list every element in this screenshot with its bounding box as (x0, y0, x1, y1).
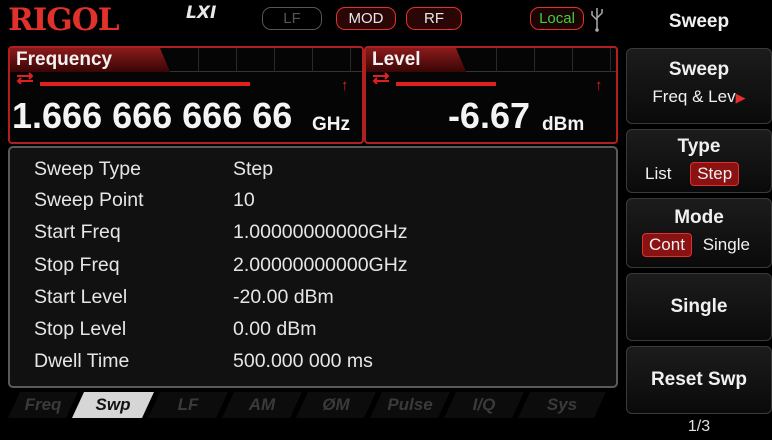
frequency-panel[interactable]: Frequency ↑ 1.666 666 666 66 GHz (8, 46, 364, 144)
usb-icon (591, 8, 603, 32)
sweep-loop-icon (372, 72, 390, 84)
sweep-softkey-value: Freq & Lev (652, 87, 736, 106)
param-value: 10 (233, 189, 255, 211)
frequency-sweep-marker-icon: ↑ (341, 77, 349, 94)
param-value: 1.00000000000GHz (233, 221, 408, 243)
param-label: Stop Level (34, 318, 127, 340)
param-label: Start Freq (34, 221, 121, 243)
sweep-softkey-title: Sweep (668, 59, 730, 80)
sweep-softkey-value-wrap: Freq & Lev▶ (627, 87, 771, 107)
param-value: 0.00 dBm (233, 318, 317, 340)
menu-page-indicator: 1/3 (687, 418, 711, 435)
mode-option-cont[interactable]: Cont (642, 233, 692, 257)
rigol-logo: RIGOL (8, 2, 120, 38)
reset-sweep-softkey-label: Reset Swp (650, 369, 748, 390)
level-unit: dBm (542, 114, 585, 135)
type-option-list[interactable]: List (639, 163, 677, 185)
submenu-arrow-icon: ▶ (735, 90, 746, 105)
param-label: Stop Freq (34, 254, 120, 276)
param-value: 500.000 000 ms (233, 350, 373, 372)
softkey-menu-title: Sweep (626, 2, 772, 42)
tab-pulse[interactable]: Pulse (370, 392, 450, 418)
level-header-grid (466, 48, 616, 72)
level-panel[interactable]: Level ↑ -6.67 dBm (364, 46, 618, 144)
mode-softkey-title: Mode (674, 207, 724, 228)
mod-indicator: MOD (336, 7, 396, 30)
sweep-softkey[interactable]: Sweep Freq & Lev▶ (626, 48, 772, 124)
rf-indicator: RF (406, 7, 462, 30)
lxi-logo: LXI (186, 3, 217, 23)
frequency-value: 1.666 666 666 66 (12, 95, 293, 136)
param-label: Sweep Type (34, 158, 141, 180)
menu-tabs: Freq Swp LF AM ØM Pulse I/Q Sys (8, 392, 618, 418)
type-softkey-title: Type (677, 136, 721, 157)
param-label: Sweep Point (34, 189, 144, 211)
param-value: Step (233, 158, 274, 180)
tab-lf[interactable]: LF (148, 392, 228, 418)
mode-options: Cont Single (627, 233, 771, 257)
reset-sweep-softkey[interactable]: Reset Swp (626, 346, 772, 414)
type-softkey[interactable]: Type List Step (626, 129, 772, 193)
param-value: -20.00 dBm (233, 286, 334, 308)
frequency-label: Frequency (10, 48, 170, 72)
menu-title: Sweep (668, 11, 730, 32)
param-value: 2.00000000000GHz (233, 254, 408, 276)
mode-option-single[interactable]: Single (697, 234, 756, 256)
tab-am[interactable]: AM (222, 392, 302, 418)
type-option-step[interactable]: Step (690, 162, 740, 186)
sweep-loop-icon (16, 72, 34, 84)
level-label: Level (366, 48, 466, 72)
local-indicator: Local (530, 7, 584, 30)
type-options: List Step (627, 162, 771, 186)
mode-softkey[interactable]: Mode Cont Single (626, 198, 772, 268)
tab-swp[interactable]: Swp (72, 392, 154, 418)
lf-indicator: LF (262, 7, 322, 30)
sweep-parameter-list: Sweep Type Step Sweep Point 10 Start Fre… (8, 146, 618, 388)
level-sweep-bar (396, 82, 496, 86)
frequency-sweep-bar (40, 82, 250, 86)
tab-iq[interactable]: I/Q (444, 392, 524, 418)
tab-sys[interactable]: Sys (518, 392, 606, 418)
param-label: Start Level (34, 286, 128, 308)
level-sweep-marker-icon: ↑ (595, 77, 603, 94)
single-softkey-label: Single (670, 296, 728, 317)
level-value: -6.67 (447, 95, 530, 136)
param-label: Dwell Time (34, 350, 130, 372)
tab-freq[interactable]: Freq (8, 392, 78, 418)
frequency-header-grid (170, 48, 362, 72)
frequency-unit: GHz (312, 114, 350, 135)
tab-phase-mod[interactable]: ØM (296, 392, 376, 418)
single-softkey[interactable]: Single (626, 273, 772, 341)
